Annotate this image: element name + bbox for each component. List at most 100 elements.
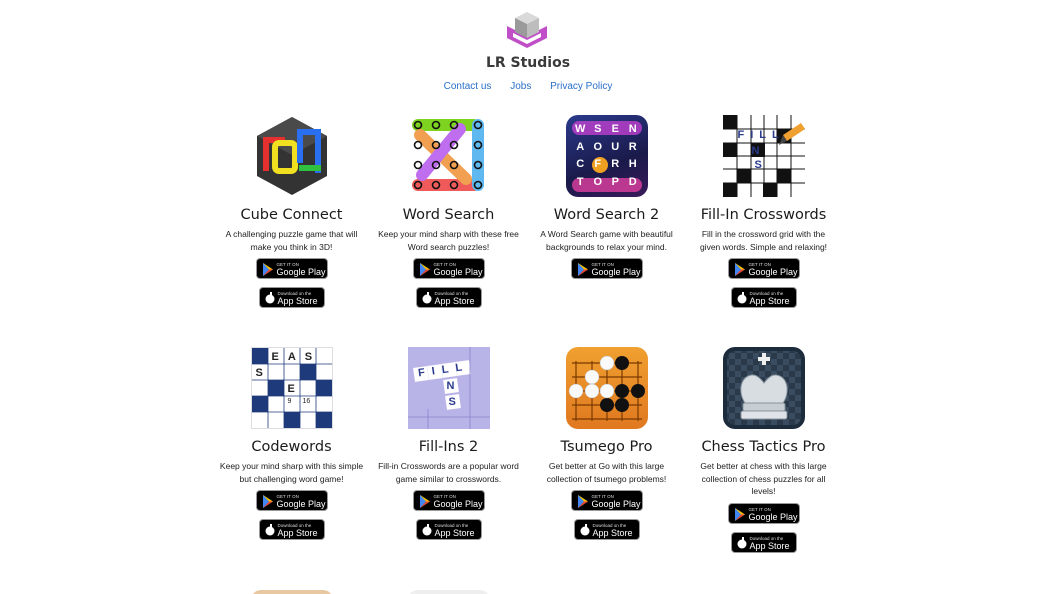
letter-cell: O [593, 175, 603, 188]
google-play-icon [734, 263, 745, 276]
nav-privacy-link[interactable]: Privacy Policy [550, 81, 612, 92]
letter-cell: T [576, 175, 584, 188]
cube-connect-icon[interactable] [251, 115, 333, 197]
next-app-icon-partial[interactable] [251, 590, 333, 594]
google-play-icon [262, 263, 273, 276]
apple-icon [737, 292, 746, 304]
letter-cell: C [576, 158, 585, 170]
badge-store-name: App Store [749, 540, 790, 551]
google-play-icon [577, 263, 588, 276]
badge-store-name: Google Play [433, 267, 483, 277]
google-play-icon [419, 495, 430, 508]
app-card-fill-ins-2: FILL N S Fill-Ins 2 Fill-in Crosswords a… [370, 347, 527, 540]
letter-cell: E [611, 123, 619, 135]
app-card-codewords: EAS S E 9 16 Codewords Keep your mind sh… [213, 347, 370, 540]
app-store-badge[interactable]: Download on the App Store [573, 519, 640, 540]
top-nav: Contact us Jobs Privacy Policy [0, 81, 1056, 92]
letter-grid: WSENAOURCFRHTOPD [572, 121, 642, 191]
letter-cell: F [594, 158, 602, 170]
app-card-fill-in-crosswords: FILL N S Fill-In Crosswords Fill in the … [685, 115, 842, 308]
app-description: Get better at chess with this large coll… [700, 461, 827, 496]
letter: S [255, 367, 263, 379]
fill-letters: FILL [737, 129, 785, 141]
badge-store-name: App Store [277, 296, 318, 306]
badge-store-name: Google Play [748, 511, 798, 522]
letter-cell: W [575, 123, 586, 135]
apple-icon [737, 536, 746, 548]
google-play-icon [577, 495, 588, 508]
app-store-badge[interactable]: Download on the App Store [730, 287, 797, 308]
nav-contact-link[interactable]: Contact us [444, 81, 492, 92]
app-card-cube-connect: Cube Connect A challenging puzzle game t… [213, 115, 370, 308]
badge-store-name: App Store [434, 296, 475, 306]
google-play-badge[interactable]: GET IT ON Google Play [727, 258, 800, 279]
google-play-badge[interactable]: GET IT ON Google Play [727, 502, 800, 524]
app-description: Fill-in Crosswords are a popular word ga… [378, 461, 519, 484]
apple-icon [265, 524, 274, 536]
app-title: Codewords [251, 439, 332, 455]
google-play-icon [419, 263, 430, 276]
badge-store-name: Google Play [591, 267, 641, 277]
letter-cell: D [628, 175, 637, 188]
google-play-badge[interactable]: GET IT ON Google Play [412, 258, 485, 279]
letter-cell: N [628, 123, 637, 135]
apple-icon [265, 292, 274, 304]
cube-logo-icon [507, 12, 547, 48]
google-play-badge[interactable]: GET IT ON Google Play [412, 490, 485, 511]
app-store-badge[interactable]: Download on the App Store [415, 519, 482, 540]
letter: E [287, 383, 295, 395]
app-title: Chess Tactics Pro [701, 439, 826, 455]
codewords-icon[interactable]: EAS S E 9 16 [250, 347, 333, 429]
app-card-word-search: Word Search Keep your mind sharp with th… [370, 115, 527, 308]
app-description: A Word Search game with beautiful backgr… [540, 229, 673, 252]
app-title: Word Search [402, 207, 495, 223]
badge-store-name: App Store [749, 296, 790, 306]
tsumego-icon[interactable] [565, 347, 648, 429]
google-play-badge[interactable]: GET IT ON Google Play [255, 258, 328, 279]
app-store-badge[interactable]: Download on the App Store [730, 531, 797, 553]
badge-store-name: Google Play [748, 267, 798, 277]
google-play-icon [262, 495, 273, 508]
app-description: Get better at Go with this large collect… [546, 461, 667, 484]
app-description: Fill in the crossword grid with the give… [699, 229, 828, 252]
badge-store-name: App Store [434, 528, 475, 538]
nav-jobs-link[interactable]: Jobs [510, 81, 531, 92]
fill-ins-2-icon[interactable]: FILL N S [407, 347, 490, 429]
badge-store-name: Google Play [433, 499, 483, 509]
app-store-badge[interactable]: Download on the App Store [415, 287, 482, 308]
cell-number: 16 [302, 398, 311, 405]
letter-cell: R [611, 158, 620, 170]
app-title: Fill-In Crosswords [700, 207, 827, 223]
brand-name: LR Studios [485, 55, 571, 71]
fill-in-crosswords-icon[interactable]: FILL N S [722, 115, 805, 197]
letter: S [448, 396, 456, 408]
badge-store-name: App Store [277, 528, 318, 538]
letter-cell: U [611, 140, 620, 153]
app-title: Fill-Ins 2 [418, 439, 479, 455]
google-play-badge[interactable]: GET IT ON Google Play [255, 490, 328, 511]
app-description: Keep your mind sharp with these free Wor… [378, 229, 519, 252]
chess-icon[interactable] [722, 347, 805, 429]
word-search-2-icon[interactable]: WSENAOURCFRHTOPD [565, 115, 648, 197]
letter-cell: O [593, 140, 603, 153]
app-store-badge[interactable]: Download on the App Store [258, 519, 325, 540]
google-play-badge[interactable]: GET IT ON Google Play [570, 258, 643, 279]
letter-cell: A [576, 140, 585, 153]
app-store-badge[interactable]: Download on the App Store [258, 287, 325, 308]
letter-row: EAS [271, 351, 322, 363]
next-app-icon-partial[interactable] [408, 590, 490, 594]
badge-store-name: Google Play [276, 499, 326, 509]
app-description: Keep your mind sharp with this simple bu… [219, 461, 364, 484]
google-play-badge[interactable]: GET IT ON Google Play [570, 490, 643, 511]
app-description: A challenging puzzle game that will make… [225, 229, 358, 252]
app-title: Word Search 2 [553, 207, 660, 223]
letter-cell: P [611, 175, 619, 188]
word-search-icon[interactable] [407, 115, 490, 197]
apple-icon [580, 524, 589, 536]
letter-cell: H [628, 158, 637, 170]
app-card-chess-tactics-pro: Chess Tactics Pro Get better at chess wi… [685, 347, 842, 553]
letter: S [754, 159, 762, 171]
apple-icon [422, 292, 431, 304]
app-card-word-search-2: WSENAOURCFRHTOPD Word Search 2 A Word Se… [528, 115, 685, 279]
letter: N [446, 380, 455, 392]
